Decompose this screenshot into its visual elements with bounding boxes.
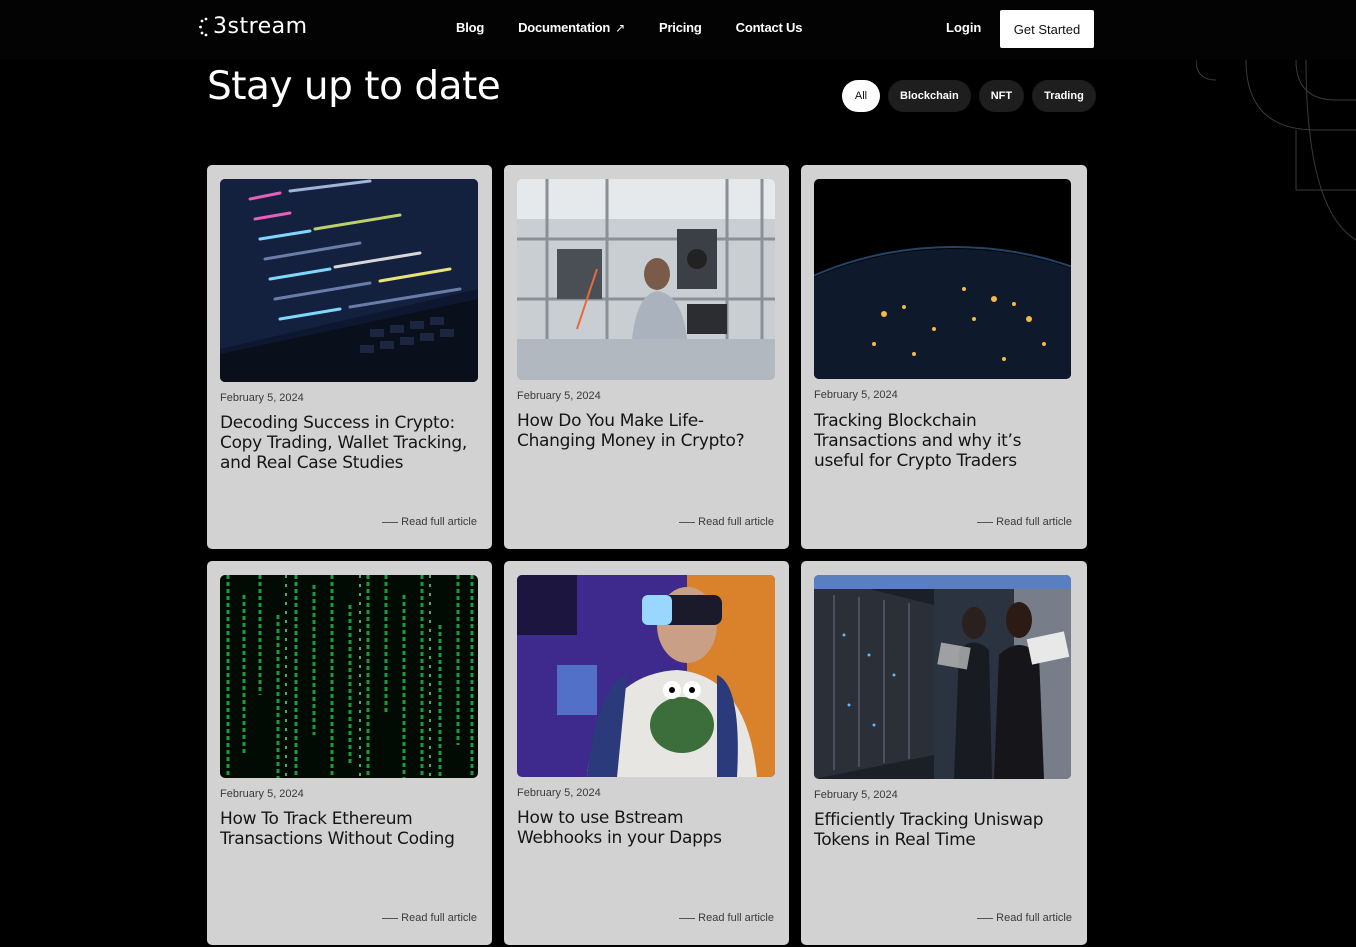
nav-link-contact[interactable]: Contact Us	[736, 20, 803, 35]
article-title[interactable]: How Do You Make Life-Changing Money in C…	[517, 411, 772, 451]
page: 3stream Blog Documentation ↗ Pricing Cont…	[0, 0, 1356, 947]
page-title: Stay up to date	[207, 64, 501, 109]
dash-icon	[977, 521, 994, 523]
article-title[interactable]: Tracking Blockchain Transactions and why…	[814, 411, 1069, 471]
nav-link-label: Pricing	[658, 20, 702, 35]
category-filters: All Blockchain NFT Trading	[842, 80, 1096, 112]
nav-link-documentation[interactable]: Documentation ↗	[518, 20, 625, 35]
article-date: February 5, 2024	[814, 389, 898, 401]
article-card[interactable]: February 5, 2024 How to use Bstream Webh…	[504, 561, 789, 945]
article-date: February 5, 2024	[814, 789, 898, 801]
logo[interactable]: 3stream	[199, 14, 308, 39]
login-link[interactable]: Login	[946, 20, 981, 35]
article-date: February 5, 2024	[220, 392, 304, 404]
article-title[interactable]: Decoding Success in Crypto: Copy Trading…	[220, 413, 475, 473]
nav-link-label: Contact Us	[735, 20, 803, 35]
external-arrow-icon: ↗	[615, 20, 625, 35]
nav-link-label: Documentation	[518, 20, 611, 35]
read-full-article-link[interactable]: Read full article	[382, 912, 477, 924]
dash-icon	[382, 521, 399, 523]
lab-engineer-image	[517, 179, 775, 380]
article-card[interactable]: February 5, 2024 Decoding Success in Cry…	[207, 165, 492, 549]
filter-chip-blockchain[interactable]: Blockchain	[888, 80, 971, 112]
top-navbar: 3stream Blog Documentation ↗ Pricing Cont…	[0, 0, 1356, 60]
dash-icon	[679, 521, 696, 523]
article-date: February 5, 2024	[517, 390, 601, 402]
nav-link-blog[interactable]: Blog	[456, 20, 484, 35]
article-card[interactable]: February 5, 2024 Tracking Blockchain Tra…	[801, 165, 1087, 549]
nav-link-label: Blog	[456, 20, 485, 35]
dash-icon	[679, 917, 696, 919]
read-link-label: Read full article	[698, 516, 774, 528]
get-started-button[interactable]: Get Started	[1000, 10, 1094, 48]
read-link-label: Read full article	[401, 912, 477, 924]
filter-chip-trading[interactable]: Trading	[1032, 80, 1096, 112]
read-link-label: Read full article	[996, 912, 1072, 924]
article-date: February 5, 2024	[220, 788, 304, 800]
read-full-article-link[interactable]: Read full article	[679, 516, 774, 528]
read-link-label: Read full article	[996, 516, 1072, 528]
read-link-label: Read full article	[401, 516, 477, 528]
article-title[interactable]: How To Track Ethereum Transactions Witho…	[220, 809, 475, 849]
read-link-label: Read full article	[698, 912, 774, 924]
filter-chip-nft[interactable]: NFT	[978, 80, 1025, 112]
article-card[interactable]: February 5, 2024 How To Track Ethereum T…	[207, 561, 492, 945]
decorative-grid-graphic	[1196, 60, 1356, 241]
nav-link-pricing[interactable]: Pricing	[659, 20, 702, 35]
server-room-image	[814, 575, 1071, 779]
article-title[interactable]: Efficiently Tracking Uniswap Tokens in R…	[814, 810, 1069, 850]
dash-icon	[977, 917, 994, 919]
read-full-article-link[interactable]: Read full article	[382, 516, 477, 528]
article-card[interactable]: February 5, 2024 How Do You Make Life-Ch…	[504, 165, 789, 549]
vr-headset-image	[517, 575, 775, 777]
nav-links: Blog Documentation ↗ Pricing Contact Us	[456, 20, 802, 35]
earth-night-image	[814, 179, 1071, 379]
article-date: February 5, 2024	[517, 787, 601, 799]
article-title[interactable]: How to use Bstream Webhooks in your Dapp…	[517, 808, 772, 848]
article-card[interactable]: February 5, 2024 Efficiently Tracking Un…	[801, 561, 1087, 945]
dash-icon	[382, 917, 399, 919]
logo-text: 3stream	[213, 14, 308, 39]
read-full-article-link[interactable]: Read full article	[679, 912, 774, 924]
matrix-code-image	[220, 575, 478, 778]
laptop-code-image	[220, 179, 478, 382]
filter-chip-all[interactable]: All	[842, 80, 880, 112]
articles-grid: February 5, 2024 Decoding Success in Cry…	[207, 165, 1087, 945]
read-full-article-link[interactable]: Read full article	[977, 912, 1072, 924]
read-full-article-link[interactable]: Read full article	[977, 516, 1072, 528]
logo-spark-icon	[199, 17, 208, 36]
